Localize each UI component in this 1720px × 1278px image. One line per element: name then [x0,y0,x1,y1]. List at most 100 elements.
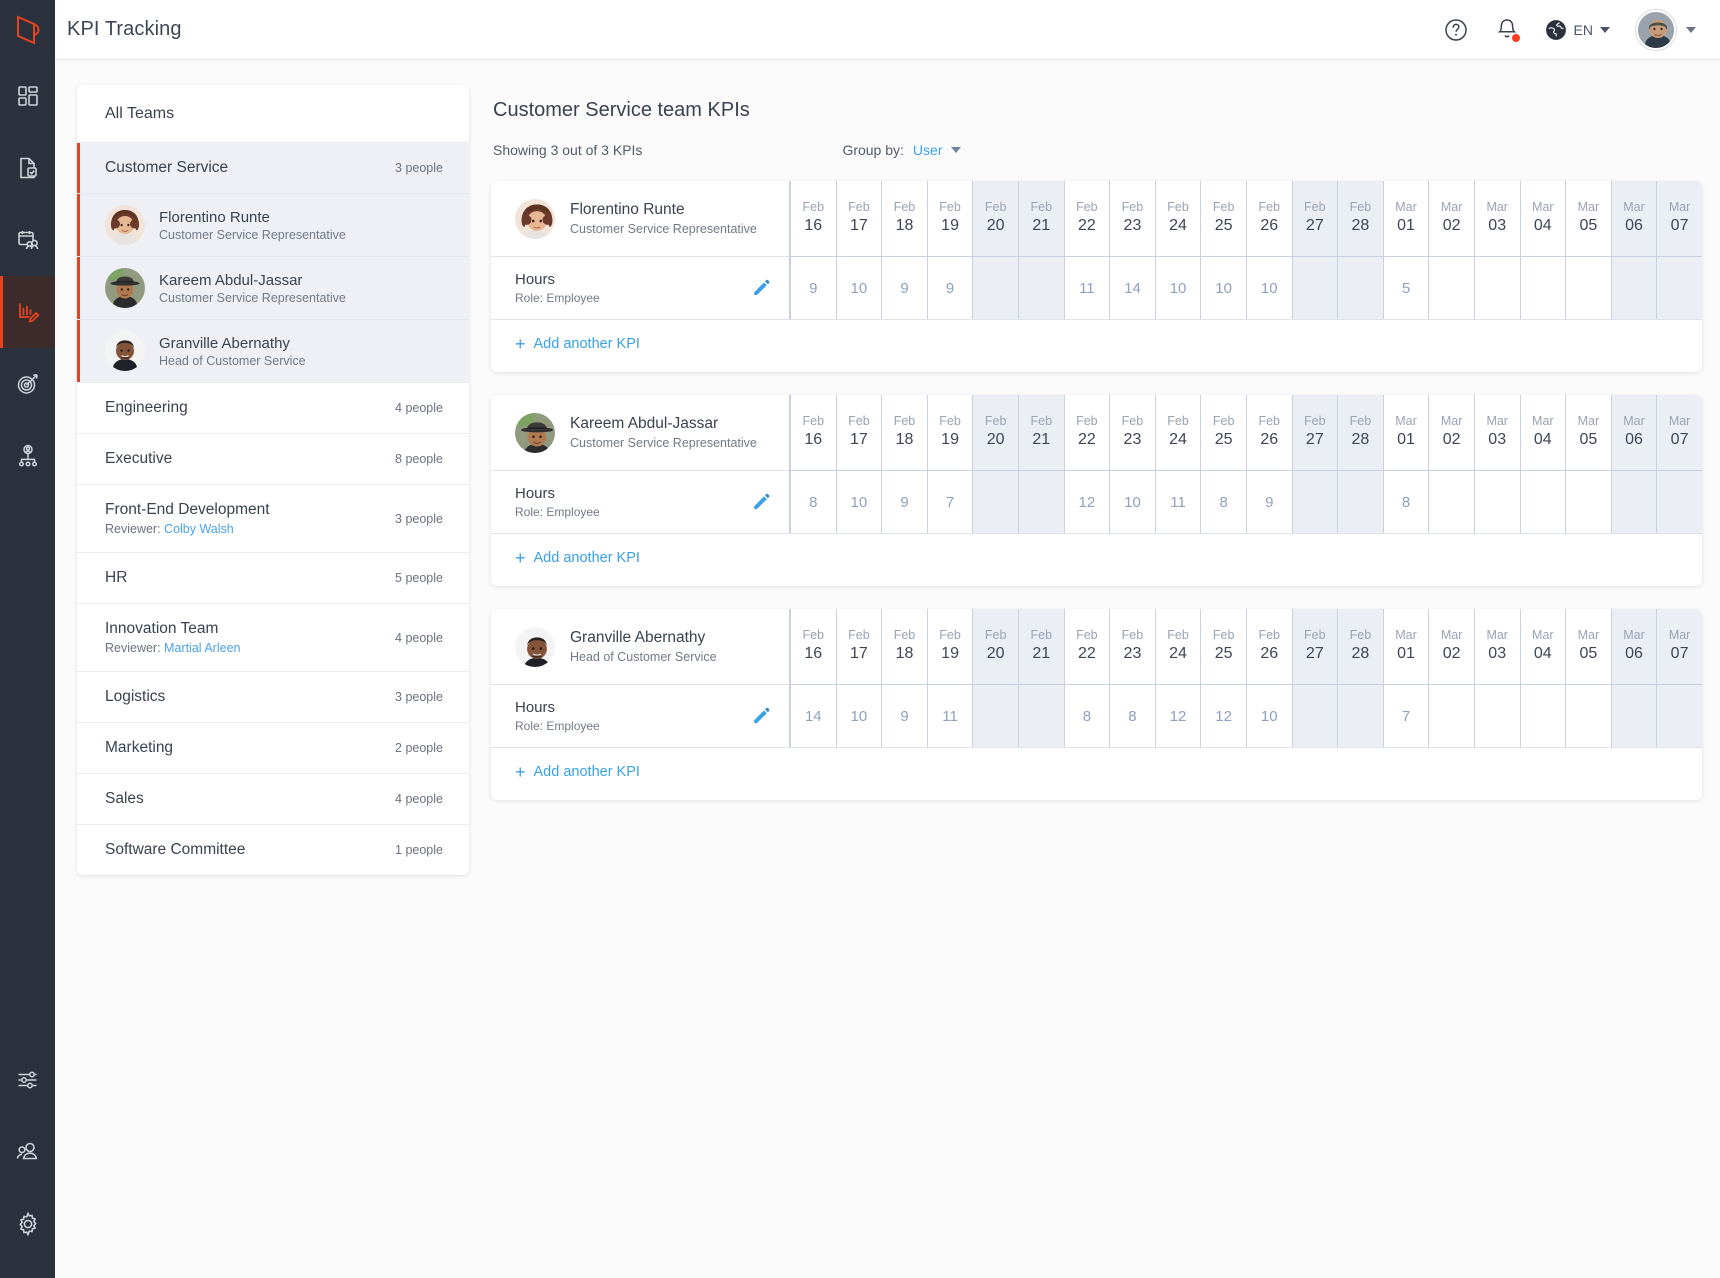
kpi-value-cell[interactable]: 12 [1201,685,1246,747]
kpi-value-cell[interactable] [1521,685,1566,747]
add-another-kpi-button[interactable]: + Add another KPI [515,549,640,567]
kpi-value-cell[interactable] [1019,685,1064,747]
kpi-value-cell[interactable] [1566,685,1611,747]
team-row[interactable]: Front-End Development Reviewer: Colby Wa… [77,484,469,552]
kpi-value-cell[interactable] [1429,685,1474,747]
kpi-value-cell[interactable]: 10 [1201,257,1246,319]
team-row[interactable]: Sales 4 people [77,773,469,824]
kpi-value-cell[interactable] [1019,257,1064,319]
edit-kpi-button[interactable] [751,492,771,512]
day-header: Feb 16 [791,609,836,685]
kpi-value-cell[interactable] [1657,257,1702,319]
team-reviewer-link[interactable]: Colby Walsh [164,522,234,536]
kpi-value-cell[interactable]: 10 [837,685,882,747]
language-selector[interactable]: EN [1545,19,1610,41]
group-by-chevron-down-icon[interactable] [951,147,961,153]
kpi-value-cell[interactable]: 8 [791,471,836,533]
team-row[interactable]: Executive 8 people [77,433,469,484]
rail-item-dashboard[interactable] [0,60,55,132]
edit-kpi-button[interactable] [751,706,771,726]
notifications-button[interactable] [1495,17,1519,43]
kpi-value-cell[interactable]: 9 [882,685,927,747]
kpi-value-cell[interactable]: 8 [1110,685,1155,747]
kpi-value-cell[interactable] [1612,257,1657,319]
kpi-value-cell[interactable] [1657,685,1702,747]
team-member-row[interactable]: Granville Abernathy Head of Customer Ser… [77,319,469,382]
rail-item-settings-sliders[interactable] [0,1044,55,1116]
kpi-value-cell[interactable]: 12 [1065,471,1110,533]
kpi-value-cell[interactable]: 8 [1065,685,1110,747]
kpi-value-cell[interactable] [1429,471,1474,533]
app-logo[interactable] [0,0,55,60]
kpi-value-cell[interactable] [1338,471,1383,533]
kpi-value-cell[interactable] [1338,685,1383,747]
rail-item-goals[interactable] [0,348,55,420]
kpi-value-cell[interactable]: 11 [1156,471,1201,533]
kpi-value-cell[interactable] [1612,471,1657,533]
team-row[interactable]: Innovation Team Reviewer: Martial Arleen… [77,603,469,671]
kpi-value-cell[interactable]: 5 [1384,257,1429,319]
team-member-row[interactable]: Florentino Runte Customer Service Repres… [77,193,469,256]
team-row[interactable]: Engineering 4 people [77,382,469,433]
kpi-value-cell[interactable] [1521,471,1566,533]
kpi-value-cell[interactable]: 11 [1065,257,1110,319]
kpi-metric-role: Role: Employee [515,291,600,305]
add-another-kpi-button[interactable]: + Add another KPI [515,763,640,781]
kpi-value-cell[interactable] [973,471,1018,533]
team-row[interactable]: Logistics 3 people [77,671,469,722]
kpi-value-cell[interactable]: 7 [928,471,973,533]
team-row[interactable]: HR 5 people [77,552,469,603]
kpi-value-cell[interactable] [1429,257,1474,319]
kpi-value-cell[interactable]: 14 [791,685,836,747]
kpi-value-cell[interactable] [1521,257,1566,319]
kpi-value-cell[interactable]: 8 [1201,471,1246,533]
kpi-value-cell[interactable] [1566,471,1611,533]
rail-item-schedule[interactable] [0,204,55,276]
add-another-kpi-button[interactable]: + Add another KPI [515,335,640,353]
team-row[interactable]: Marketing 2 people [77,722,469,773]
kpi-value-cell[interactable] [973,685,1018,747]
rail-item-documents[interactable] [0,132,55,204]
kpi-value-cell[interactable]: 9 [882,471,927,533]
kpi-value-cell[interactable] [1566,257,1611,319]
kpi-value-cell[interactable]: 10 [1247,685,1292,747]
avatar [1636,10,1676,50]
kpi-value-cell[interactable]: 8 [1384,471,1429,533]
rail-item-settings[interactable] [0,1188,55,1260]
kpi-value-cell[interactable]: 10 [1247,257,1292,319]
team-reviewer-link[interactable]: Martial Arleen [164,641,240,655]
kpi-value-cell[interactable] [1475,471,1520,533]
kpi-value-cell[interactable]: 10 [1156,257,1201,319]
kpi-value-cell[interactable] [1475,685,1520,747]
kpi-value-cell[interactable]: 14 [1110,257,1155,319]
kpi-value-cell[interactable] [1019,471,1064,533]
kpi-value-cell[interactable] [1293,685,1338,747]
kpi-value-cell[interactable] [1293,471,1338,533]
kpi-value-cell[interactable]: 9 [791,257,836,319]
kpi-value-cell[interactable] [1475,257,1520,319]
kpi-value-cell[interactable]: 10 [1110,471,1155,533]
kpi-value-cell[interactable] [973,257,1018,319]
kpi-value-cell[interactable]: 9 [1247,471,1292,533]
kpi-value-cell[interactable] [1657,471,1702,533]
edit-kpi-button[interactable] [751,278,771,298]
kpi-value-cell[interactable]: 7 [1384,685,1429,747]
group-by-value[interactable]: User [913,142,943,158]
kpi-value-cell[interactable] [1293,257,1338,319]
help-button[interactable] [1443,17,1469,43]
rail-item-kpi[interactable] [0,276,55,348]
team-row[interactable]: Software Committee 1 people [77,824,469,875]
team-member-row[interactable]: Kareem Abdul-Jassar Customer Service Rep… [77,256,469,319]
rail-item-users[interactable] [0,1116,55,1188]
team-row[interactable]: Customer Service 3 people [77,142,469,193]
kpi-value-cell[interactable]: 10 [837,257,882,319]
kpi-value-cell[interactable] [1338,257,1383,319]
kpi-value-cell[interactable]: 9 [928,257,973,319]
kpi-value-cell[interactable] [1612,685,1657,747]
rail-item-org-chart[interactable] [0,420,55,492]
kpi-value-cell[interactable]: 11 [928,685,973,747]
profile-menu[interactable] [1636,10,1696,50]
kpi-value-cell[interactable]: 9 [882,257,927,319]
kpi-value-cell[interactable]: 10 [837,471,882,533]
kpi-value-cell[interactable]: 12 [1156,685,1201,747]
